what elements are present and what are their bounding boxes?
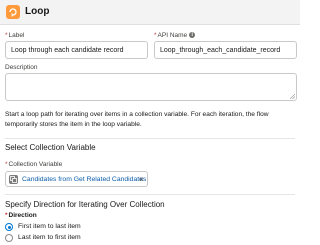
resize-handle-icon[interactable] <box>290 94 295 99</box>
api-name-field-label: *API Name i <box>154 32 196 40</box>
required-marker: * <box>5 161 8 168</box>
label-input[interactable]: Loop through each candidate record <box>5 41 148 59</box>
close-icon[interactable]: × <box>139 175 144 184</box>
api-name-field-label-text: API Name <box>157 32 188 39</box>
description-field-label: Description <box>5 64 38 71</box>
required-marker: * <box>5 32 8 39</box>
collection-variable-input[interactable]: Candidates from Get Related Candidates × <box>5 171 148 187</box>
info-icon[interactable]: i <box>189 32 196 39</box>
direction-field-label-text: Direction <box>8 212 37 219</box>
radio-last-to-first[interactable]: Last item to first item <box>5 234 105 243</box>
required-marker: * <box>154 32 157 39</box>
description-textarea[interactable] <box>5 73 297 101</box>
radio-label[interactable]: Last item to first item <box>18 234 81 242</box>
radio-label[interactable]: First item to last item <box>18 223 81 231</box>
section-divider <box>5 138 295 139</box>
section-divider <box>5 194 295 195</box>
help-text: Start a loop path for iterating over ite… <box>5 111 269 128</box>
radio-first-to-last[interactable]: First item to last item <box>5 223 105 232</box>
collection-field-label-text: Collection Variable <box>8 161 63 168</box>
radio-button[interactable] <box>5 223 13 231</box>
collection-icon <box>9 175 18 184</box>
collection-variable-value[interactable]: Candidates from Get Related Candidates <box>22 175 146 184</box>
label-field-label: *Label <box>5 32 24 40</box>
radio-button[interactable] <box>5 234 13 242</box>
required-marker: * <box>5 212 8 219</box>
direction-field-label: *Direction <box>5 212 37 220</box>
collection-field-label: *Collection Variable <box>5 161 62 169</box>
api-name-input[interactable]: Loop_through_each_candidate_record <box>154 41 297 59</box>
direction-section-title: Specify Direction for Iterating Over Col… <box>5 200 165 209</box>
panel-header: Loop <box>0 0 300 25</box>
panel-title: Loop <box>25 6 50 17</box>
loop-icon <box>6 5 20 19</box>
collection-section-title: Select Collection Variable <box>5 143 96 152</box>
label-field-label-text: Label <box>8 32 25 39</box>
